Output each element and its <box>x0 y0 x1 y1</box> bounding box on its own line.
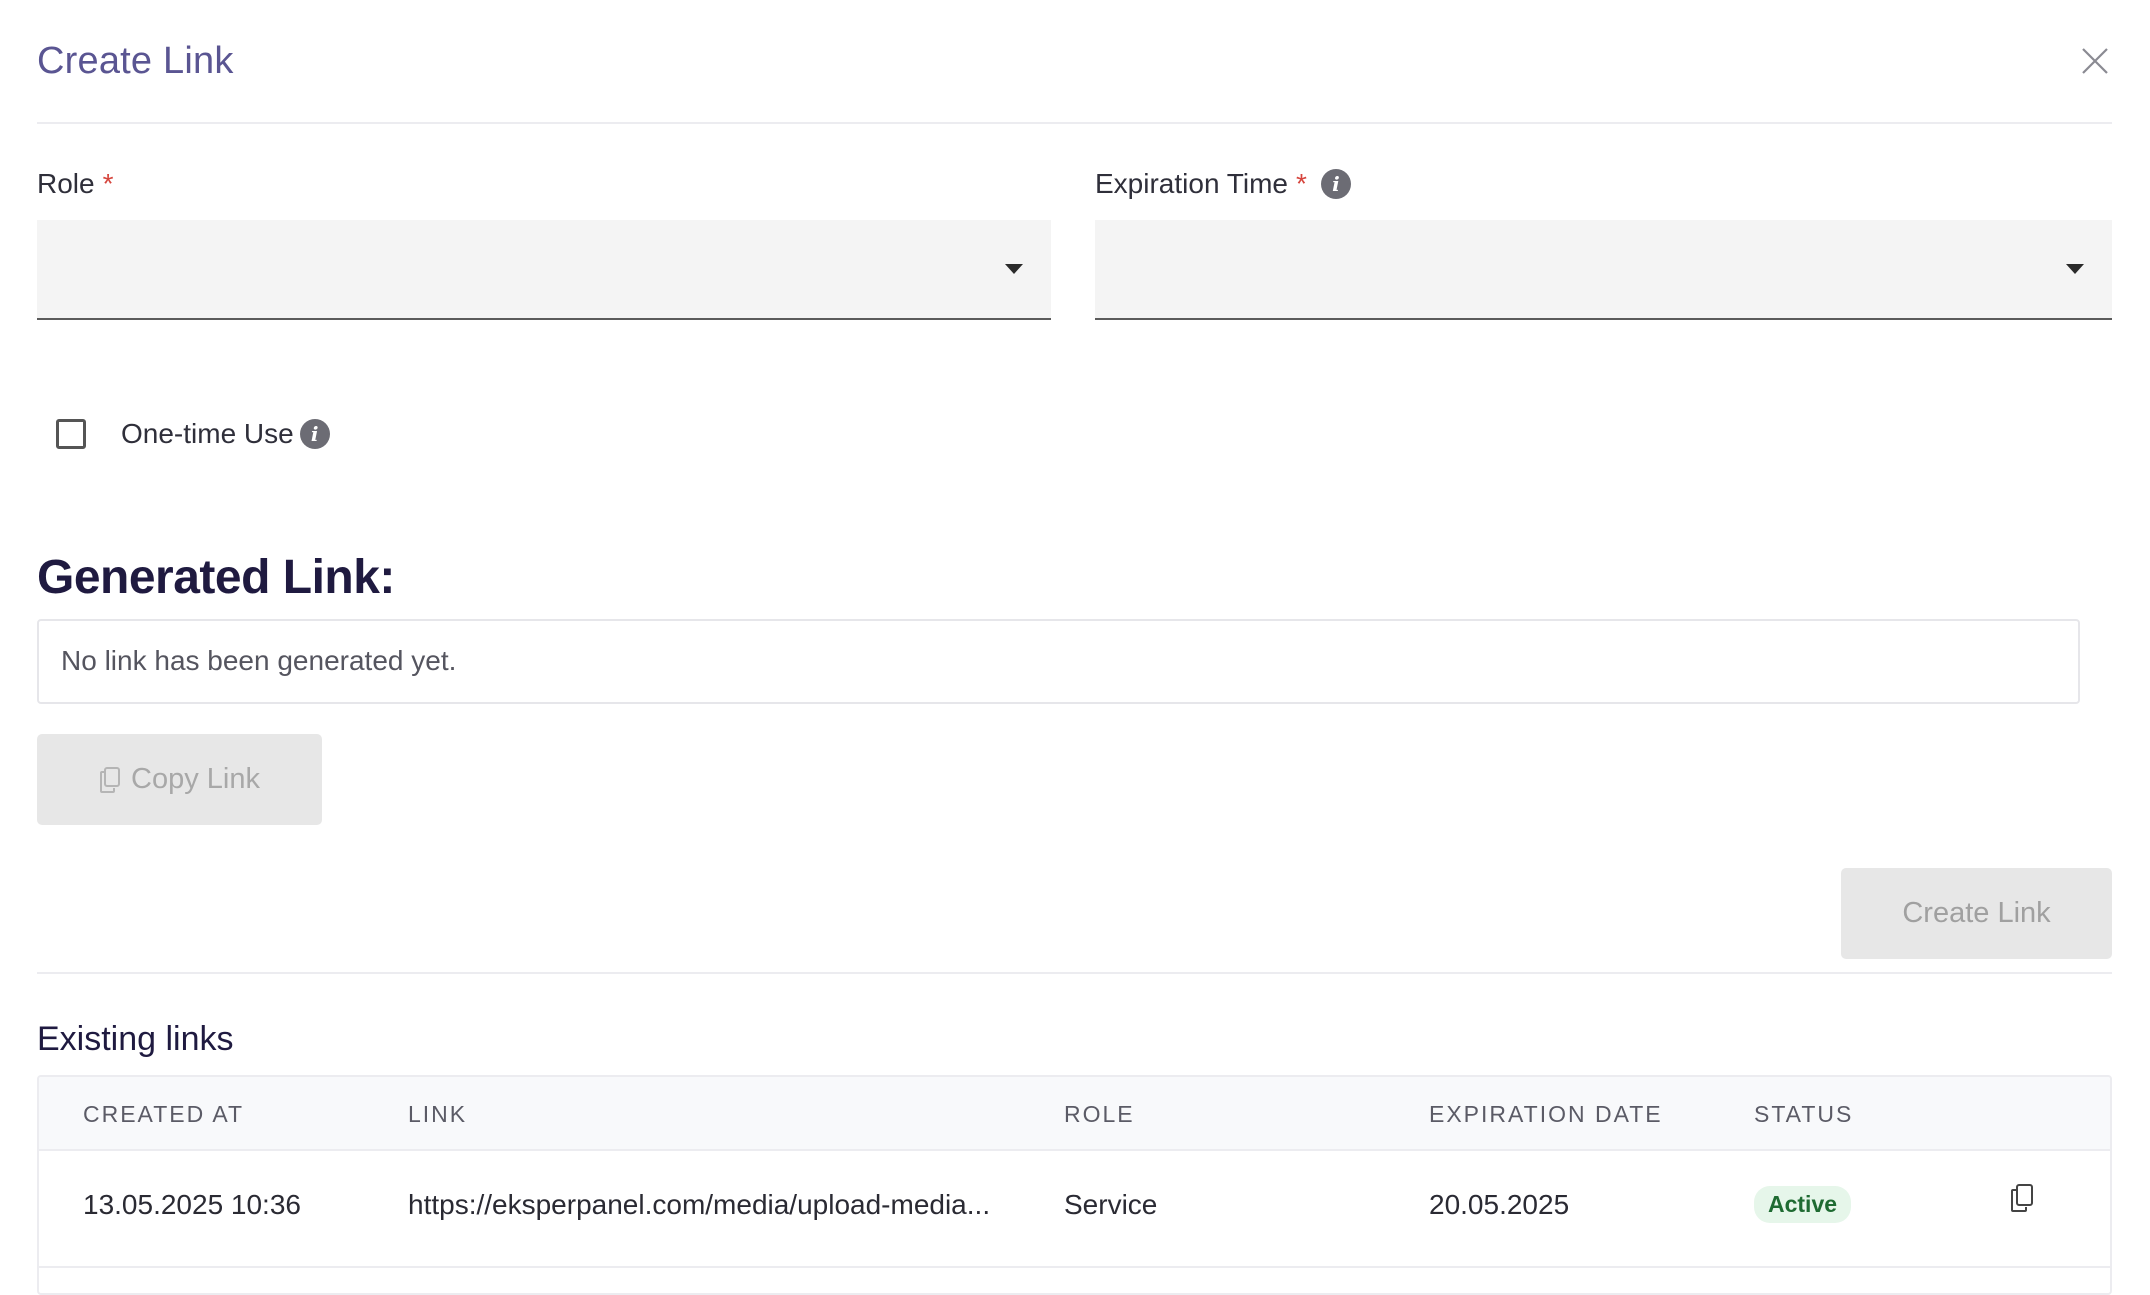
copy-icon <box>100 766 121 793</box>
chevron-down-icon <box>1005 264 1023 274</box>
generated-link-placeholder: No link has been generated yet. <box>61 645 457 676</box>
modal-header: Create Link <box>37 0 2112 124</box>
role-select[interactable] <box>37 220 1051 320</box>
cell-created-at: 13.05.2025 10:36 <box>83 1189 301 1220</box>
one-time-use-text: One-time Use <box>121 418 294 449</box>
create-link-label: Create Link <box>1902 897 2051 929</box>
column-link: LINK <box>408 1101 468 1127</box>
create-link-modal: Create Link Role * Expiration Time * i O… <box>0 0 2150 1295</box>
modal-title: Create Link <box>37 40 234 82</box>
column-expiration-date: EXPIRATION DATE <box>1429 1101 1663 1127</box>
column-role: ROLE <box>1064 1101 1135 1127</box>
table-header: CREATED AT LINK ROLE EXPIRATION DATE STA… <box>39 1077 2110 1151</box>
one-time-use-row: One-time Use i <box>56 418 330 450</box>
generated-link-heading: Generated Link: <box>37 551 395 604</box>
existing-links-table: CREATED AT LINK ROLE EXPIRATION DATE STA… <box>37 1075 2112 1295</box>
status-badge: Active <box>1754 1186 1852 1223</box>
copy-link-button[interactable]: Copy Link <box>37 734 322 825</box>
close-icon[interactable] <box>2078 44 2112 78</box>
copy-link-label: Copy Link <box>131 763 260 795</box>
one-time-use-label[interactable]: One-time Use i <box>121 418 330 450</box>
section-divider <box>37 972 2112 974</box>
cell-expiration-date: 20.05.2025 <box>1429 1189 1570 1220</box>
chevron-down-icon <box>2066 264 2084 274</box>
role-label-text: Role <box>37 168 95 199</box>
table-row: 13.05.2025 10:36 https://eksperpanel.com… <box>39 1151 2110 1268</box>
cell-role: Service <box>1064 1189 1158 1220</box>
role-label: Role * <box>37 168 114 200</box>
required-mark: * <box>102 168 114 199</box>
expiration-label-text: Expiration Time <box>1095 168 1288 199</box>
required-mark: * <box>1295 168 1307 199</box>
generated-link-field[interactable]: No link has been generated yet. <box>37 619 2080 704</box>
cell-link[interactable]: https://eksperpanel.com/media/upload-med… <box>408 1189 990 1221</box>
create-link-button[interactable]: Create Link <box>1841 868 2112 959</box>
copy-icon[interactable] <box>2009 1183 2035 1218</box>
info-icon[interactable]: i <box>1320 169 1351 199</box>
info-icon[interactable]: i <box>299 419 330 449</box>
existing-links-heading: Existing links <box>37 1020 234 1058</box>
column-created-at: CREATED AT <box>83 1101 244 1127</box>
expiration-label: Expiration Time * i <box>1095 168 1351 200</box>
column-status: STATUS <box>1754 1101 1854 1127</box>
one-time-use-checkbox[interactable] <box>56 419 86 449</box>
expiration-select[interactable] <box>1095 220 2112 320</box>
